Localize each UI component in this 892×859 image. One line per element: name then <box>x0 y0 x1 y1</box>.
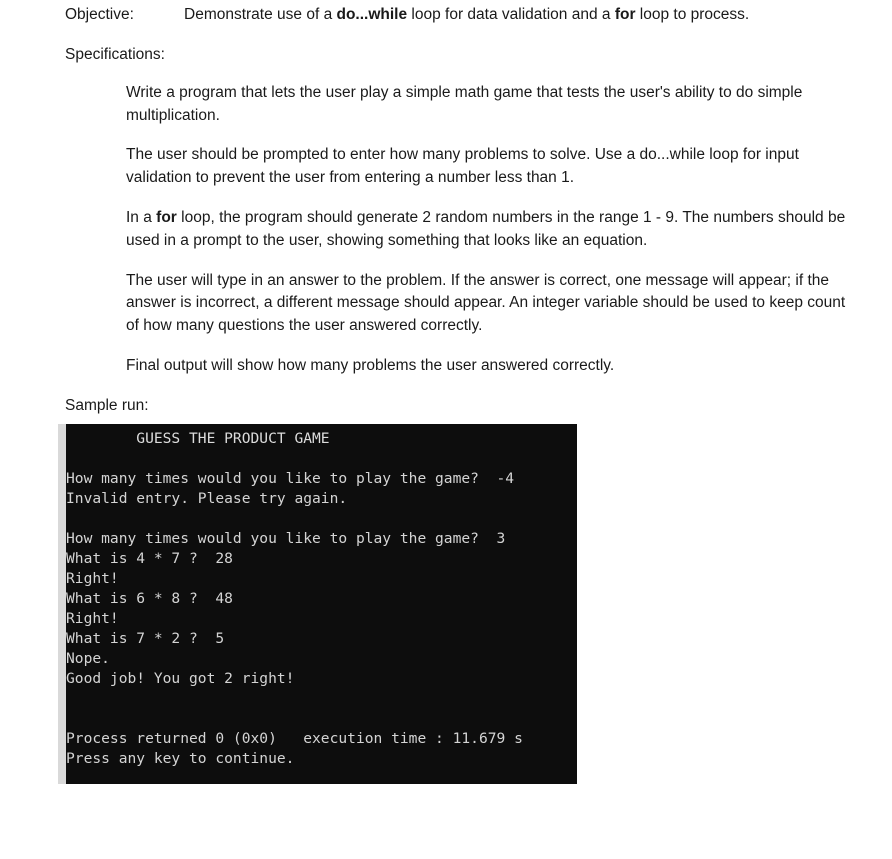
console-line: Right! <box>66 610 119 627</box>
console-line: Nope. <box>66 650 110 667</box>
console-line: What is 4 * 7 ? 28 <box>66 550 233 567</box>
specifications-list: Write a program that lets the user play … <box>0 82 892 378</box>
objective-label: Objective: <box>65 6 134 23</box>
console-line: What is 6 * 8 ? 48 <box>66 590 233 607</box>
console-line: Good job! You got 2 right! <box>66 670 295 687</box>
specification-item-3: In a for loop, the program should genera… <box>126 207 847 253</box>
console-line: Press any key to continue. <box>66 750 295 767</box>
specification-3-part-1: In a <box>126 208 157 226</box>
specification-item-2: The user should be prompted to enter how… <box>126 146 799 187</box>
specification-item-1: Write a program that lets the user play … <box>126 83 803 124</box>
specification-item-4: The user will type in an answer to the p… <box>126 271 846 335</box>
console-line: What is 7 * 2 ? 5 <box>66 630 225 647</box>
objective-bold-for: for <box>614 6 636 23</box>
console-window: GUESS THE PRODUCT GAME How many times wo… <box>58 424 577 784</box>
objective-text-part-2: loop for data validation and a <box>407 6 615 23</box>
console-output: GUESS THE PRODUCT GAME How many times wo… <box>66 424 577 784</box>
console-line: Process returned 0 (0x0) execution time … <box>66 730 523 747</box>
objective-row: Objective: Demonstrate use of a do...whi… <box>0 0 892 26</box>
objective-text-part-3: loop to process. <box>635 6 750 23</box>
console-line: How many times would you like to play th… <box>66 470 515 487</box>
console-line: How many times would you like to play th… <box>66 530 506 547</box>
console-line: Invalid entry. Please try again. <box>66 490 348 507</box>
sample-run-label: Sample run: <box>65 396 149 414</box>
objective-text-part-1: Demonstrate use of a <box>184 6 337 23</box>
specification-3-bold-for: for <box>156 208 177 226</box>
console-line: Right! <box>66 570 119 587</box>
specification-3-part-2: loop, the program should generate 2 rand… <box>126 208 846 249</box>
objective-text: Demonstrate use of a do...while loop for… <box>184 5 892 26</box>
objective-bold-do-while: do...while <box>336 6 408 23</box>
document-body: Objective: Demonstrate use of a do...whi… <box>0 0 892 784</box>
console-line: GUESS THE PRODUCT GAME <box>66 430 330 447</box>
specifications-heading: Specifications: <box>65 45 165 63</box>
specification-item-5: Final output will show how many problems… <box>126 356 615 374</box>
